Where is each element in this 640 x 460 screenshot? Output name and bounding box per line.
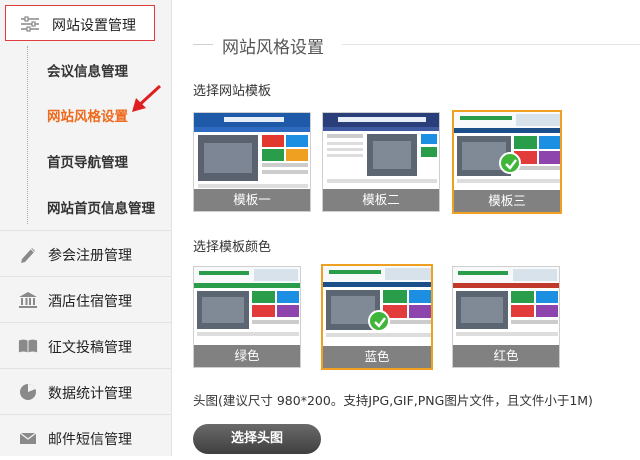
color-caption: 红色: [453, 345, 559, 367]
submenu-guide-line: [27, 46, 29, 224]
template-option-3[interactable]: 模板三: [452, 110, 562, 214]
choose-header-image-button[interactable]: 选择头图: [193, 424, 321, 454]
pie-chart-icon: [20, 383, 36, 400]
submenu-item-home-info[interactable]: 网站首页信息管理: [47, 197, 155, 217]
sidebar-item-label: 参会注册管理: [48, 248, 132, 264]
sidebar-item-hotel[interactable]: 酒店住宿管理: [0, 276, 171, 322]
pointer-arrow-icon: [132, 84, 162, 112]
sidebar-item-label: 酒店住宿管理: [48, 294, 132, 310]
selected-check-icon: [368, 310, 390, 332]
pencil-icon: [21, 248, 35, 263]
template-option-1[interactable]: 模板一: [193, 112, 311, 212]
template-caption: 模板三: [454, 190, 560, 212]
submenu-item-meeting-info[interactable]: 会议信息管理: [47, 60, 128, 80]
color-caption: 蓝色: [323, 346, 431, 368]
template-option-2[interactable]: 模板二: [322, 112, 440, 212]
sidebar-item-papers[interactable]: 征文投稿管理: [0, 322, 171, 368]
template-caption: 模板一: [194, 189, 310, 211]
color-option-red[interactable]: 红色: [452, 266, 560, 368]
sidebar-item-label: 网站设置管理: [52, 18, 136, 34]
sidebar-item-label: 征文投稿管理: [48, 340, 132, 356]
color-option-blue[interactable]: 蓝色: [321, 264, 433, 370]
title-divider-right: [342, 44, 640, 45]
book-icon: [18, 339, 38, 353]
color-caption: 绿色: [194, 345, 300, 367]
submenu-item-style-settings[interactable]: 网站风格设置: [47, 105, 128, 125]
template-section-label: 选择网站模板: [193, 84, 272, 99]
sidebar-item-label: 邮件短信管理: [48, 432, 132, 448]
template-caption: 模板二: [323, 189, 439, 211]
sidebar: 网站设置管理 会议信息管理 网站风格设置 首页导航管理 网站首页信息管理 参会注…: [0, 0, 172, 456]
bank-icon: [19, 292, 37, 308]
header-image-hint: 头图(建议尺寸 980*200。支持JPG,GIF,PNG图片文件，且文件小于1…: [193, 393, 593, 408]
title-divider-left: [193, 44, 213, 45]
page-title: 网站风格设置: [222, 38, 324, 58]
sidebar-item-registration[interactable]: 参会注册管理: [0, 230, 171, 276]
sidebar-item-label: 数据统计管理: [48, 386, 132, 402]
submenu-item-home-nav[interactable]: 首页导航管理: [47, 151, 128, 171]
sidebar-item-website-settings[interactable]: 网站设置管理: [5, 5, 155, 41]
color-option-green[interactable]: 绿色: [193, 266, 301, 368]
sliders-icon: [21, 16, 39, 32]
sidebar-item-statistics[interactable]: 数据统计管理: [0, 368, 171, 414]
selected-check-icon: [499, 152, 521, 174]
color-section-label: 选择模板颜色: [193, 240, 272, 255]
mail-icon: [19, 432, 37, 444]
sidebar-item-mail-sms[interactable]: 邮件短信管理: [0, 414, 171, 460]
